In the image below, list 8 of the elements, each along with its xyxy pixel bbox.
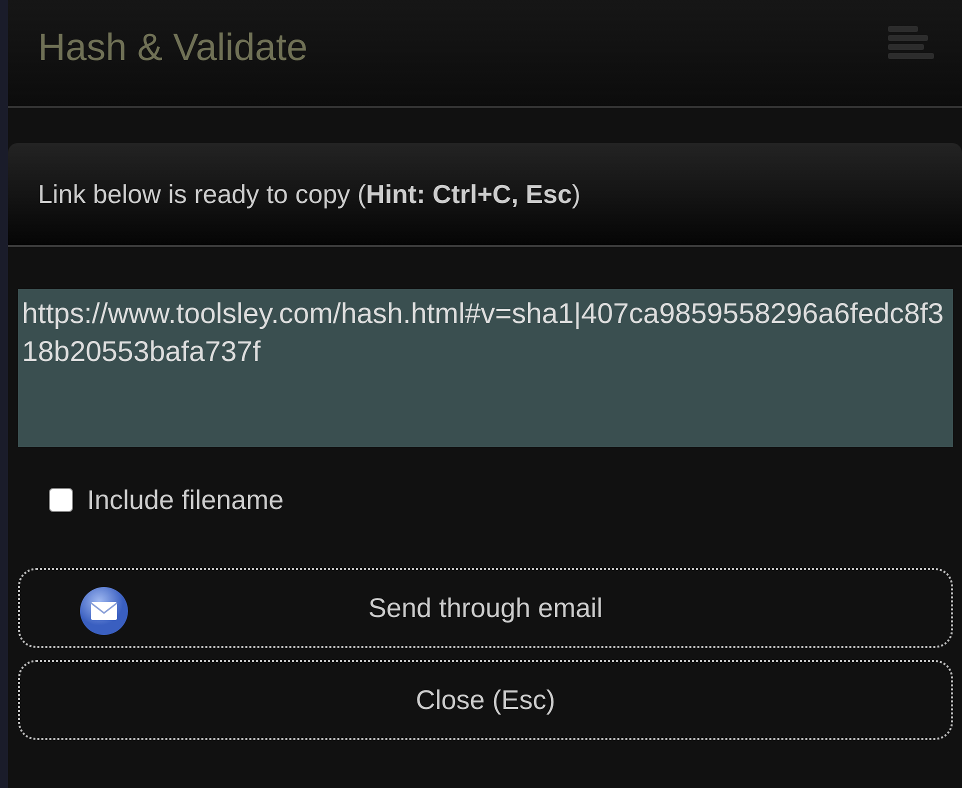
envelope-icon	[78, 585, 130, 637]
link-field[interactable]: https://www.toolsley.com/hash.html#v=sha1|407ca9859558296a6fedc8f318b20553bafa737f	[18, 289, 953, 447]
close-button[interactable]: Close (Esc)	[18, 660, 953, 740]
checkbox-label: Include filename	[87, 484, 284, 516]
app-title: Hash & Validate	[38, 26, 308, 70]
email-button[interactable]: Send through email	[18, 568, 953, 648]
dialog-heading: Link below is ready to copy (Hint: Ctrl+C, Esc)	[38, 178, 581, 210]
checkbox[interactable]	[49, 488, 73, 512]
